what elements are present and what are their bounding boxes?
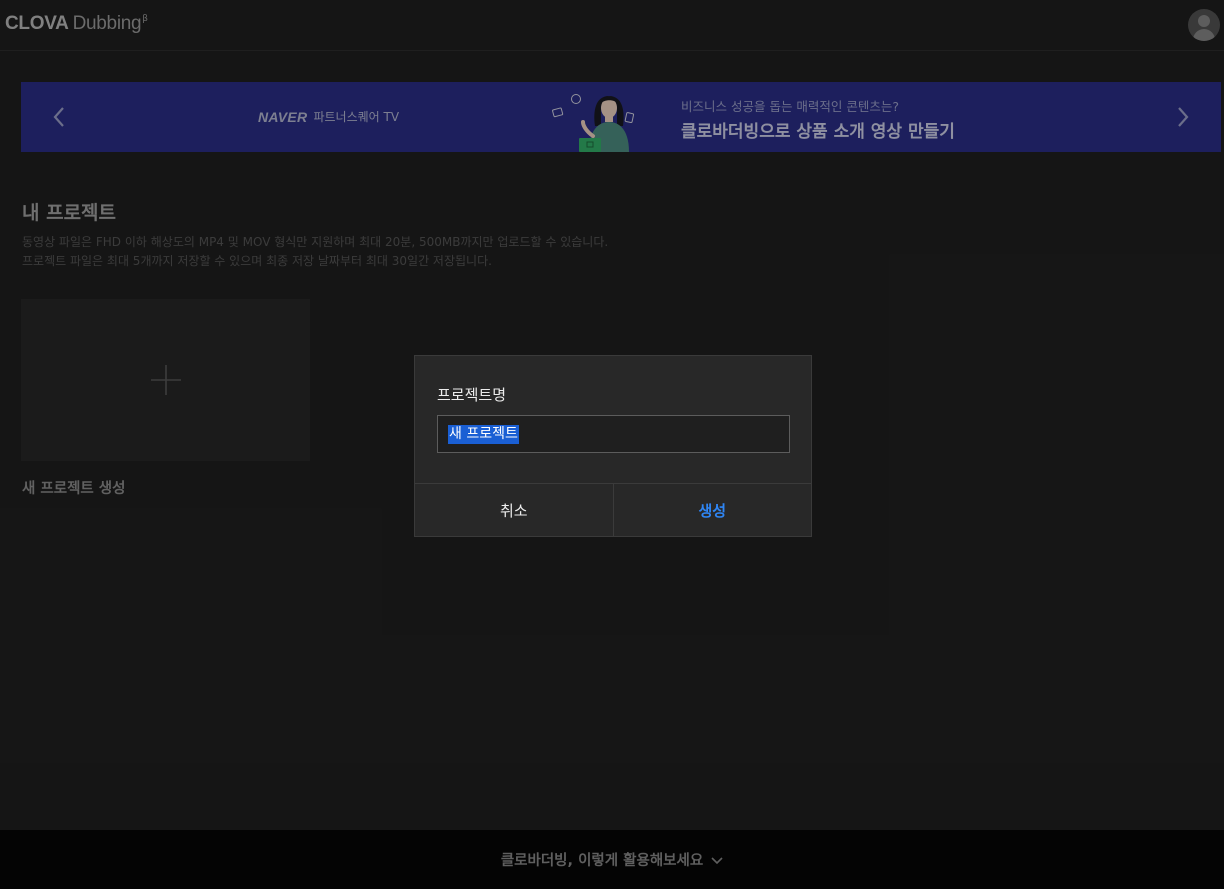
cancel-button[interactable]: 취소	[415, 484, 614, 536]
project-name-selected-text: 새 프로젝트	[448, 425, 519, 444]
project-name-label: 프로젝트명	[437, 386, 507, 404]
project-name-field[interactable]: 새 프로젝트	[437, 415, 790, 453]
app-root: CLOVA Dubbing β NAVER 파트너스퀘어 TV 비즈니스 성공을…	[0, 0, 1224, 889]
create-button[interactable]: 생성	[614, 484, 812, 536]
dialog-actions: 취소 생성	[415, 483, 811, 536]
create-project-dialog: 프로젝트명 새 프로젝트 취소 생성	[414, 355, 812, 537]
